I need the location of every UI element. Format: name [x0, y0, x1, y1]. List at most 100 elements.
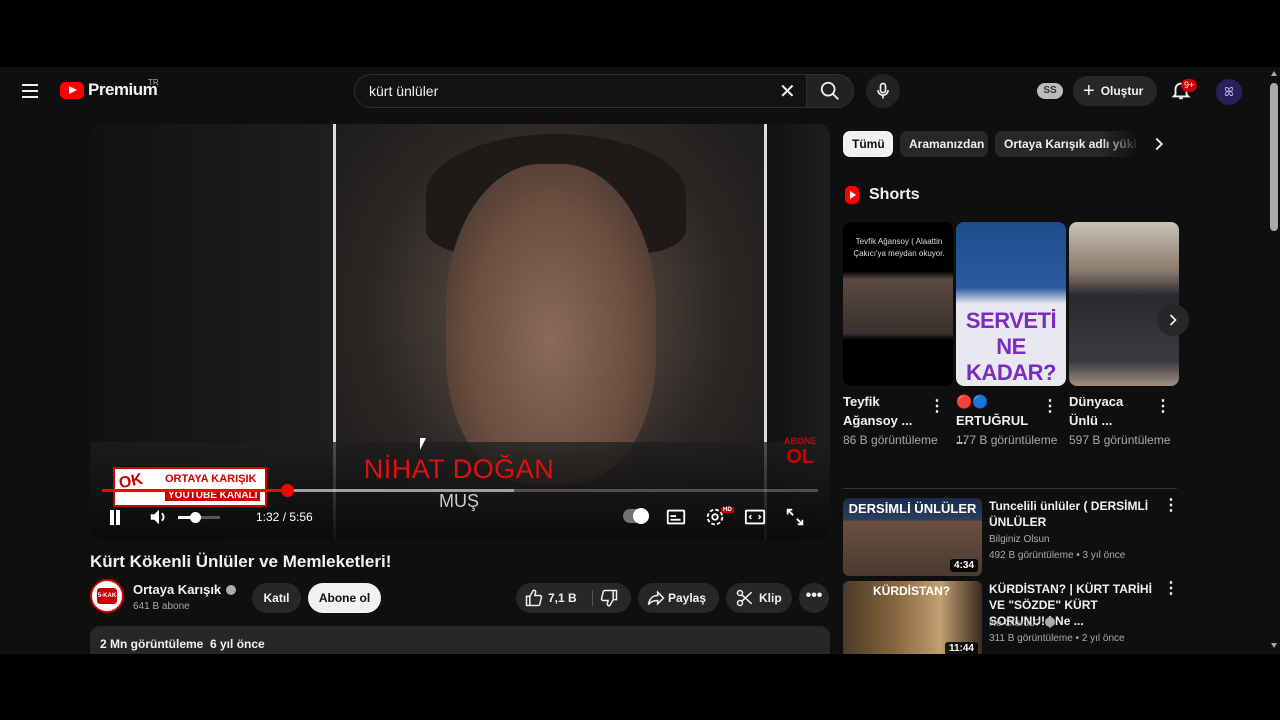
channel-avatar[interactable]: 5-KAK — [90, 579, 124, 613]
description-box[interactable]: 2 Mn görüntüleme 6 yıl önce — [90, 626, 830, 654]
youtube-logo[interactable]: Premium — [60, 80, 158, 100]
notification-count-badge: 9+ — [1181, 79, 1198, 92]
hd-badge: HD — [721, 507, 734, 513]
rec-menu-icon[interactable]: ⋮ — [1163, 579, 1179, 599]
rec-channel[interactable]: Bilginiz Olsun — [989, 534, 1050, 545]
video-player[interactable]: NİHAT DOĞAN MUŞ OK ORTAYA KARIŞIK YOUTUB… — [90, 124, 830, 540]
theater-mode-button[interactable] — [744, 506, 766, 530]
video-title: Kürt Kökenli Ünlüler ve Memleketleri! — [90, 552, 392, 571]
short-views: 86 B görüntüleme — [843, 433, 938, 447]
scroll-up-arrow-icon[interactable] — [1271, 71, 1277, 76]
short-card[interactable]: Dünyaca Ünlü ... 597 B görüntüleme ⋮ — [1069, 222, 1179, 447]
like-dislike-group: 7,1 B — [516, 583, 631, 613]
short-title: Dünyaca Ünlü ... — [1069, 394, 1124, 428]
channel-name-row[interactable]: Ortaya Karışık — [133, 582, 237, 597]
account-avatar[interactable]: ꕤ — [1216, 79, 1242, 105]
chip-fade — [1100, 127, 1140, 161]
short-card[interactable]: Tevfik Ağansoy ( Alaattin Çakıcı'ya meyd… — [843, 222, 953, 447]
short-thumbnail[interactable] — [1069, 222, 1179, 386]
ss-badge[interactable]: SS — [1037, 83, 1063, 99]
rec-thumbnail[interactable]: KÜRDİSTAN? 11:44 — [843, 581, 982, 654]
clip-button[interactable]: Klip — [726, 583, 792, 613]
search-button[interactable] — [806, 74, 854, 108]
recommended-video[interactable]: KÜRDİSTAN? 11:44 KÜRDİSTAN? | KÜRT TARİH… — [843, 579, 1179, 654]
video-caption-city: MUŞ — [439, 491, 479, 511]
short-overlay-text: Tevfik Ağansoy ( Alaattin Çakıcı'ya meyd… — [853, 237, 945, 258]
theater-icon — [744, 509, 766, 525]
rec-channel-row[interactable]: Ne Olurdu? — [989, 617, 1056, 629]
recommended-video[interactable]: DERSİMLİ ÜNLÜLER 4:34 Tuncelili ünlüler … — [843, 496, 1179, 578]
thumbs-up-icon — [525, 589, 543, 607]
voice-search-button[interactable] — [866, 74, 900, 108]
search-input[interactable] — [369, 83, 769, 99]
subscribe-button[interactable]: Abone ol — [308, 583, 381, 613]
shorts-next-button[interactable] — [1157, 304, 1189, 336]
subscriber-count: 641 B abone — [133, 601, 190, 612]
chevron-right-icon — [1155, 137, 1164, 151]
progress-scrubber[interactable] — [280, 484, 294, 497]
rec-meta: 492 B görüntüleme • 3 yıl önce — [989, 550, 1126, 561]
share-label: Paylaş — [668, 591, 707, 605]
rec-thumb-text: KÜRDİSTAN? — [873, 584, 951, 598]
create-button[interactable]: + Oluştur — [1073, 76, 1157, 106]
video-subject-face — [446, 164, 656, 484]
join-button[interactable]: Katıl — [252, 583, 301, 613]
short-card[interactable]: SERVETİ NE KADAR? 🔴🔵 ERTUĞRUL ... 177 B … — [956, 222, 1066, 447]
short-menu-icon[interactable]: ⋮ — [1042, 397, 1058, 417]
share-button[interactable]: Paylaş — [638, 583, 719, 613]
fullscreen-button[interactable] — [784, 506, 806, 530]
menu-icon[interactable] — [18, 79, 42, 103]
channel-name[interactable]: Ortaya Karışık — [133, 582, 221, 597]
scroll-thumb[interactable] — [1270, 83, 1278, 231]
search-box: ✕ — [354, 74, 806, 108]
progress-played — [102, 489, 287, 492]
chips-next-button[interactable] — [1148, 133, 1170, 155]
scroll-down-arrow-icon[interactable] — [1271, 643, 1277, 648]
shorts-title: Shorts — [869, 186, 920, 203]
progress-bar[interactable] — [102, 484, 818, 497]
clip-label: Klip — [759, 591, 782, 605]
rec-title: Tuncelili ünlüler ( DERSİMLİ ÜNLÜLER — [989, 499, 1149, 529]
autoplay-toggle[interactable] — [623, 508, 649, 524]
dislike-button[interactable] — [596, 583, 631, 613]
autoplay-play-icon — [633, 508, 649, 524]
rec-meta: 311 B görüntüleme • 2 yıl önce — [989, 633, 1125, 644]
short-thumbnail[interactable]: SERVETİ NE KADAR? — [956, 222, 1066, 386]
rec-channel[interactable]: Ne Olurdu? — [989, 618, 1040, 629]
microphone-icon — [877, 82, 889, 99]
top-bar: Premium TR ✕ SS + Oluştur 9+ ꕤ — [0, 67, 1268, 115]
chip-from-search[interactable]: Aramanızdan — [900, 131, 988, 157]
page-scrollbar[interactable] — [1268, 67, 1280, 654]
volume-knob[interactable] — [189, 512, 201, 523]
mouse-cursor-icon — [420, 438, 426, 450]
scissors-icon — [736, 589, 753, 607]
share-icon — [647, 590, 665, 606]
like-count: 7,1 B — [548, 591, 577, 605]
short-thumbnail[interactable]: Tevfik Ağansoy ( Alaattin Çakıcı'ya meyd… — [843, 222, 953, 386]
subtitles-icon — [666, 509, 686, 525]
rec-duration: 11:44 — [944, 642, 978, 654]
rec-thumbnail[interactable]: DERSİMLİ ÜNLÜLER 4:34 — [843, 498, 982, 576]
pause-button[interactable] — [110, 506, 122, 530]
like-button[interactable]: 7,1 B — [516, 583, 588, 613]
plus-icon: + — [1083, 80, 1095, 102]
clear-search-icon[interactable]: ✕ — [779, 82, 796, 102]
rec-menu-icon[interactable]: ⋮ — [1163, 496, 1179, 516]
short-title: Teyfik Ağansoy ... — [843, 394, 913, 428]
country-code: TR — [148, 78, 159, 87]
short-menu-icon[interactable]: ⋮ — [1155, 397, 1171, 417]
watermark-line1: ORTAYA KARIŞIK — [165, 473, 257, 485]
chip-all[interactable]: Tümü — [843, 131, 893, 157]
subtitles-button[interactable] — [665, 506, 687, 530]
subscribe-watermark: ABONE OL — [784, 436, 817, 468]
volume-slider[interactable] — [178, 512, 220, 523]
search-icon — [820, 81, 839, 100]
volume-button[interactable] — [148, 506, 170, 530]
rec-duration: 4:34 — [949, 559, 978, 572]
verified-icon — [1045, 617, 1056, 627]
time-display: 1:32 / 5:56 — [256, 510, 313, 524]
short-menu-icon[interactable]: ⋮ — [929, 397, 945, 417]
youtube-play-icon — [60, 81, 84, 99]
more-actions-button[interactable]: ••• — [799, 583, 829, 613]
channel-avatar-text: 5-KAK — [97, 588, 117, 604]
